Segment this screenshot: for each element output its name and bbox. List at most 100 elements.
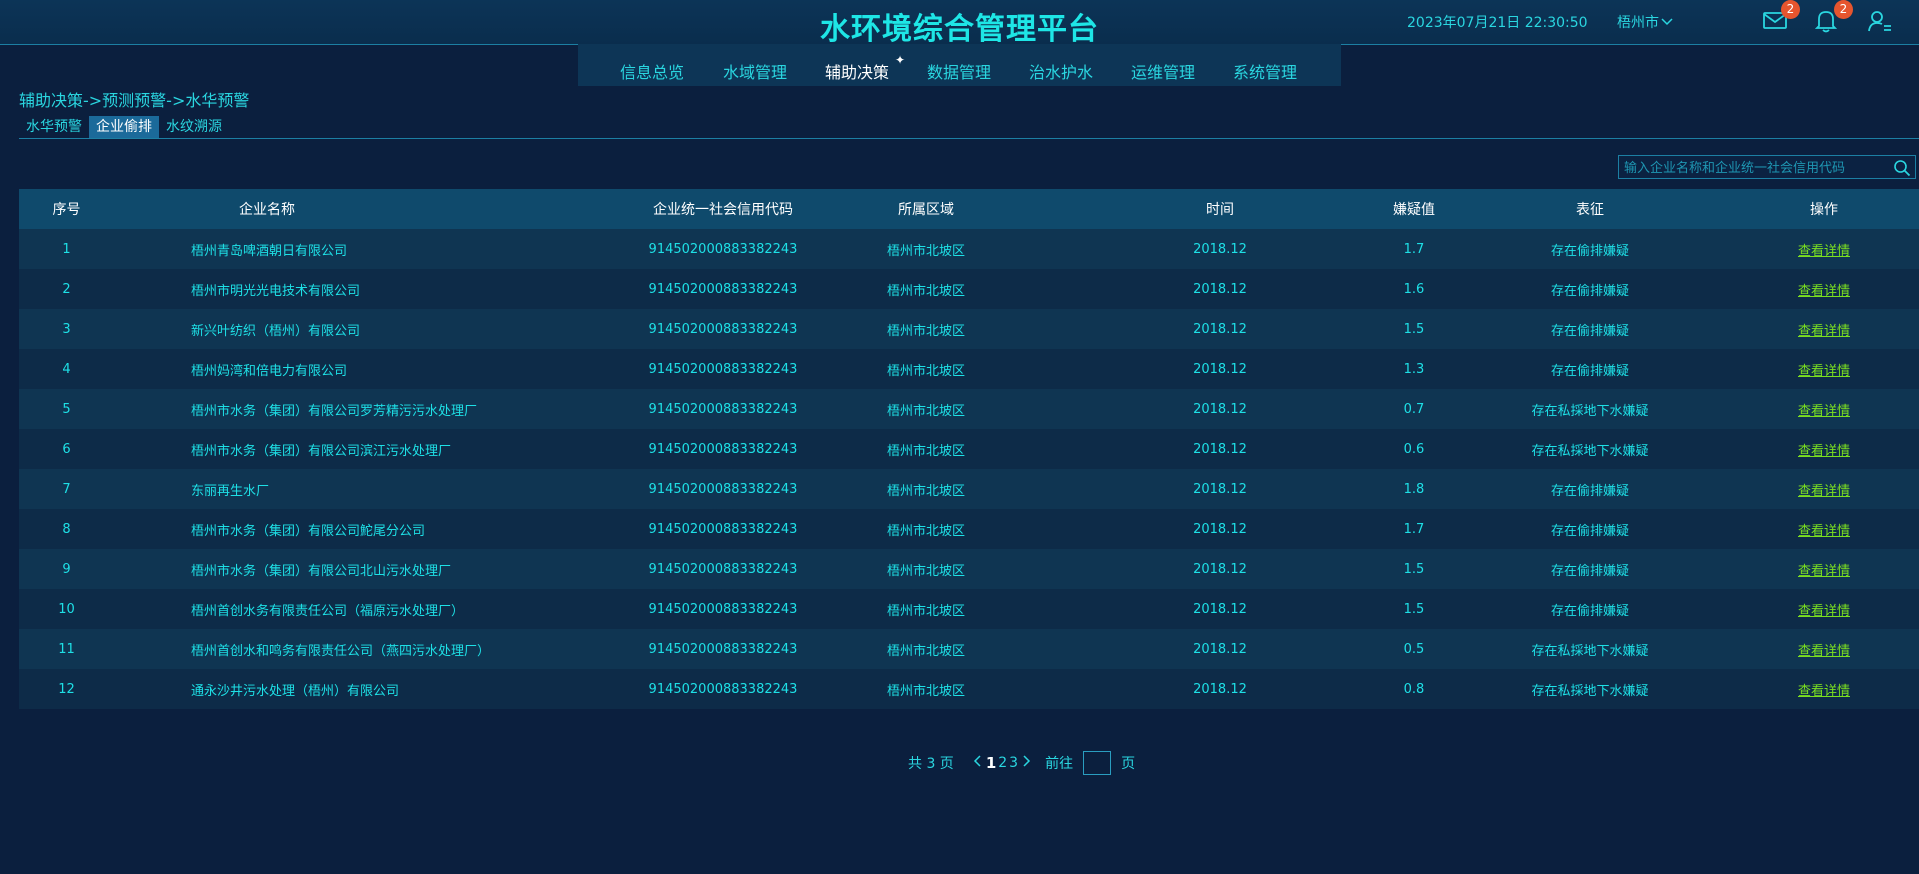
row-area: 梧州市北坡区	[886, 283, 965, 299]
search-input[interactable]	[1619, 156, 1886, 180]
goto-label: 前往	[1045, 756, 1074, 772]
view-details-link[interactable]: 查看详情	[1779, 640, 1869, 659]
view-details-link[interactable]: 查看详情	[1779, 320, 1869, 339]
row-credit-code: 914502000883382243	[648, 481, 798, 497]
view-details-link[interactable]: 查看详情	[1779, 480, 1869, 499]
nav-item-data[interactable]: 数据管理	[927, 59, 991, 83]
row-index: 1	[62, 241, 71, 257]
breadcrumb: 辅助决策->预测预警->水华预警	[19, 91, 250, 110]
search-icon[interactable]	[1893, 159, 1911, 177]
row-area: 梧州市北坡区	[886, 603, 965, 619]
row-name: 新兴叶纺织（梧州）有限公司	[191, 323, 361, 339]
row-index: 12	[58, 681, 75, 697]
user-button[interactable]	[1868, 9, 1894, 33]
row-suspicion: 0.6	[1403, 441, 1425, 457]
row-time: 2018.12	[1193, 441, 1247, 457]
page-3[interactable]: 3	[1008, 755, 1019, 771]
chevron-down-icon	[1661, 18, 1673, 26]
row-credit-code: 914502000883382243	[648, 561, 798, 577]
city-selector[interactable]: 梧州市	[1617, 12, 1673, 32]
table-row: 4 梧州妈湾和倍电力有限公司 914502000883382243 梧州市北坡区 201…	[19, 349, 1919, 389]
notification-badge: 2	[1834, 0, 1853, 19]
view-details-link[interactable]: 查看详情	[1779, 440, 1869, 459]
prev-page-icon[interactable]	[969, 755, 985, 771]
row-suspicion: 1.5	[1403, 561, 1425, 577]
table-body: 1 梧州青岛啤酒朝日有限公司 914502000883382243 梧州市北坡区 201…	[19, 229, 1919, 709]
row-suspicion: 1.5	[1403, 321, 1425, 337]
main-nav: 信息总览 水域管理 辅助决策 ✦ 数据管理 治水护水 运维管理 系统管理	[578, 44, 1341, 86]
row-time: 2018.12	[1193, 641, 1247, 657]
view-details-link[interactable]: 查看详情	[1779, 680, 1869, 699]
row-suspicion: 1.7	[1403, 521, 1425, 537]
goto-page-input[interactable]	[1083, 751, 1112, 775]
header-index: 序号	[52, 202, 81, 218]
row-credit-code: 914502000883382243	[648, 641, 798, 657]
nav-item-water-area[interactable]: 水域管理	[723, 59, 787, 83]
view-details-link[interactable]: 查看详情	[1779, 280, 1869, 299]
view-details-link[interactable]: 查看详情	[1779, 240, 1869, 259]
row-area: 梧州市北坡区	[886, 403, 965, 419]
row-name: 梧州市水务（集团）有限公司滨江污水处理厂	[191, 443, 452, 459]
row-credit-code: 914502000883382243	[648, 601, 798, 617]
row-area: 梧州市北坡区	[886, 323, 965, 339]
next-page-icon[interactable]	[1019, 755, 1035, 771]
tab-water-trace[interactable]: 水纹溯源	[159, 116, 229, 138]
nav-item-operations[interactable]: 运维管理	[1131, 59, 1195, 83]
row-index: 4	[62, 361, 71, 377]
row-name: 梧州市明光光电技术有限公司	[191, 283, 361, 299]
row-credit-code: 914502000883382243	[648, 521, 798, 537]
page-1[interactable]: 1	[985, 754, 997, 772]
header-action: 操作	[1810, 202, 1838, 218]
row-indication: 存在偷排嫌疑	[1550, 323, 1629, 339]
row-index: 10	[58, 601, 75, 617]
table-row: 7 东丽再生水厂 914502000883382243 梧州市北坡区 2018.12 1.…	[19, 469, 1919, 509]
view-details-link[interactable]: 查看详情	[1779, 360, 1869, 379]
nav-item-water-governance[interactable]: 治水护水	[1029, 59, 1093, 83]
page-2[interactable]: 2	[997, 755, 1008, 771]
row-indication: 存在偷排嫌疑	[1550, 283, 1629, 299]
tab-enterprise-discharge[interactable]: 企业偷排	[89, 116, 159, 138]
row-indication: 存在偷排嫌疑	[1550, 243, 1629, 259]
table-row: 6 梧州市水务（集团）有限公司滨江污水处理厂 914502000883382243 梧…	[19, 429, 1919, 469]
view-details-link[interactable]: 查看详情	[1779, 600, 1869, 619]
row-suspicion: 1.6	[1403, 281, 1425, 297]
nav-item-overview[interactable]: 信息总览	[620, 59, 684, 83]
row-time: 2018.12	[1193, 321, 1247, 337]
row-time: 2018.12	[1193, 481, 1247, 497]
nav-item-system[interactable]: 系统管理	[1233, 59, 1297, 83]
view-details-link[interactable]: 查看详情	[1779, 520, 1869, 539]
row-index: 9	[62, 561, 71, 577]
row-name: 东丽再生水厂	[191, 483, 270, 499]
view-details-link[interactable]: 查看详情	[1779, 400, 1869, 419]
row-credit-code: 914502000883382243	[648, 441, 798, 457]
row-index: 7	[62, 481, 71, 497]
view-details-link[interactable]: 查看详情	[1779, 560, 1869, 579]
notification-button[interactable]: 2	[1814, 0, 1853, 33]
table-row: 8 梧州市水务（集团）有限公司鮀尾分公司 914502000883382243 梧州市…	[19, 509, 1919, 549]
sub-tabs: 水华预警 企业偷排 水纹溯源	[19, 116, 229, 138]
row-indication: 存在私採地下水嫌疑	[1531, 443, 1649, 459]
row-indication: 存在偷排嫌疑	[1550, 563, 1629, 579]
search-box	[1618, 155, 1916, 180]
tab-bloom-warning[interactable]: 水华预警	[19, 116, 89, 138]
row-index: 5	[62, 401, 71, 417]
row-area: 梧州市北坡区	[886, 483, 965, 499]
row-indication: 存在偷排嫌疑	[1550, 523, 1629, 539]
row-indication: 存在偷排嫌疑	[1550, 483, 1629, 499]
nav-item-decision-support[interactable]: 辅助决策 ✦	[825, 53, 905, 83]
city-label: 梧州市	[1617, 15, 1659, 31]
table-row: 3 新兴叶纺织（梧州）有限公司 914502000883382243 梧州市北坡区 20…	[19, 309, 1919, 349]
row-time: 2018.12	[1193, 401, 1247, 417]
row-credit-code: 914502000883382243	[648, 401, 798, 417]
mail-button[interactable]: 2	[1762, 0, 1800, 33]
row-time: 2018.12	[1193, 601, 1247, 617]
row-time: 2018.12	[1193, 241, 1247, 257]
table-row: 9 梧州市水务（集团）有限公司北山污水处理厂 914502000883382243 梧…	[19, 549, 1919, 589]
enterprise-table: 序号 企业名称 企业统一社会信用代码 所属区域 时间 嫌疑值 表征 操作 1 梧州…	[19, 189, 1919, 709]
row-name: 梧州青岛啤酒朝日有限公司	[191, 243, 348, 259]
table-row: 11 梧州首创水和鸣务有限责任公司（燕四污水处理厂） 914502000883382…	[19, 629, 1919, 669]
nav-item-decision-support-label: 辅助决策	[825, 63, 890, 82]
row-indication: 存在私採地下水嫌疑	[1531, 643, 1649, 659]
row-credit-code: 914502000883382243	[648, 241, 798, 257]
row-suspicion: 1.8	[1403, 481, 1425, 497]
